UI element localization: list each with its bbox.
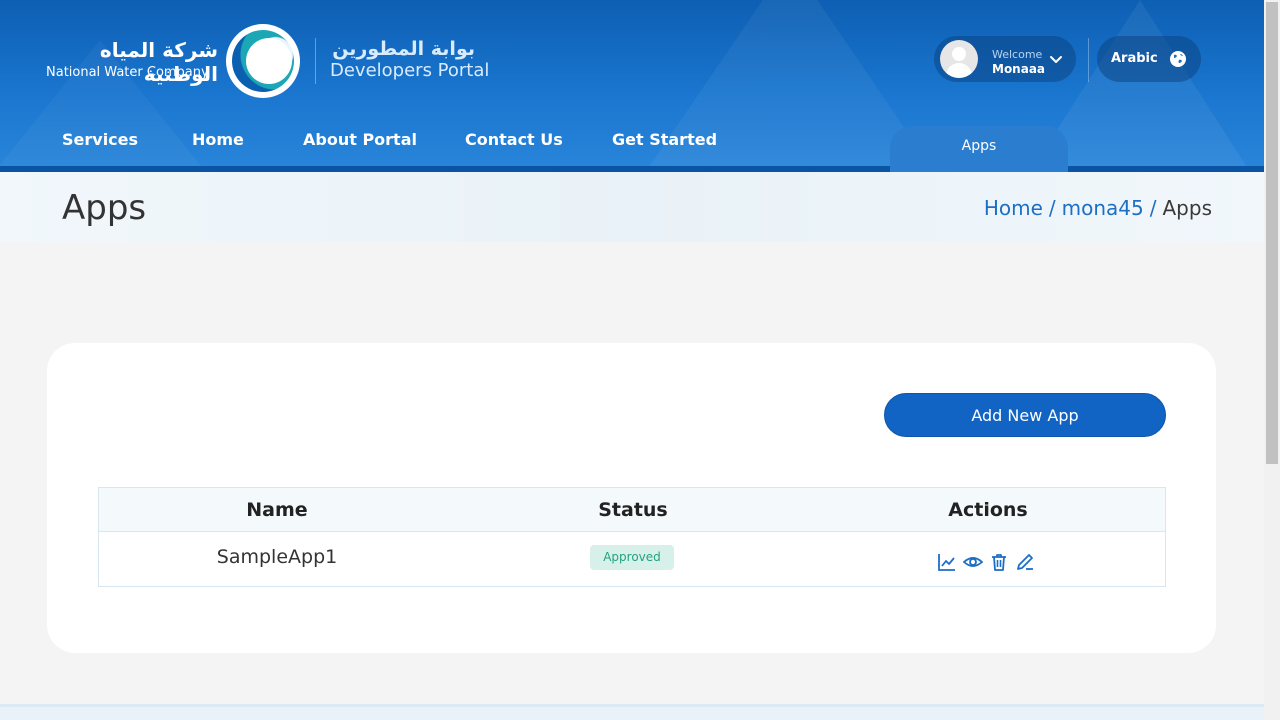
column-header-status: Status [598, 499, 668, 521]
chevron-down-icon [1050, 56, 1062, 63]
add-new-app-button[interactable]: Add New App [884, 393, 1166, 437]
header-separator [1088, 38, 1089, 82]
breadcrumb: Home / mona45/Apps [983, 196, 1213, 220]
edit-icon[interactable] [1015, 552, 1035, 572]
nav-contact-us[interactable]: Contact Us [465, 130, 563, 149]
avatar-head [952, 47, 966, 61]
page-title: Apps [62, 188, 147, 228]
nav-get-started[interactable]: Get Started [612, 130, 717, 149]
nav-services[interactable]: Services [62, 130, 138, 149]
view-icon[interactable] [963, 552, 983, 572]
avatar [940, 40, 978, 78]
tab-apps-label: Apps [961, 138, 997, 154]
company-logo[interactable] [226, 24, 300, 98]
footer-strip [0, 704, 1264, 720]
logo-crescent [246, 38, 292, 84]
avatar-body [946, 63, 972, 78]
breadcrumb-user[interactable]: mona45 [1062, 196, 1144, 220]
user-menu-button[interactable]: Welcome Monaaa [934, 36, 1076, 82]
app-name-cell: SampleApp1 [216, 546, 338, 568]
column-header-name: Name [246, 499, 308, 521]
apps-table: Name Status Actions SampleApp1 Approved [98, 487, 1166, 587]
column-header-actions: Actions [948, 499, 1028, 521]
username-label: Monaaa [992, 62, 1046, 76]
scrollbar-thumb[interactable] [1266, 2, 1278, 464]
welcome-label: Welcome [992, 48, 1043, 61]
logo-divider [315, 38, 316, 84]
site-header: شركة المياه الوطنية National Water Compa… [0, 0, 1264, 172]
breadcrumb-home[interactable]: Home [984, 196, 1043, 220]
nav-about-portal[interactable]: About Portal [303, 130, 417, 149]
nav-home[interactable]: Home [192, 130, 244, 149]
delete-icon[interactable] [989, 552, 1009, 572]
table-header: Name Status Actions [99, 488, 1165, 532]
portal-name-english: Developers Portal [330, 60, 490, 81]
language-switch-button[interactable]: Arabic [1097, 36, 1201, 82]
breadcrumb-current: Apps [1162, 196, 1213, 220]
portal-name-arabic: بوابة المطورين [332, 38, 475, 60]
brand-name-english: National Water Company [46, 65, 209, 80]
chart-icon[interactable] [937, 552, 957, 572]
globe-icon [1170, 51, 1186, 67]
language-label: Arabic [1111, 51, 1158, 66]
status-badge: Approved [590, 545, 674, 570]
tab-apps[interactable]: Apps [890, 126, 1068, 172]
